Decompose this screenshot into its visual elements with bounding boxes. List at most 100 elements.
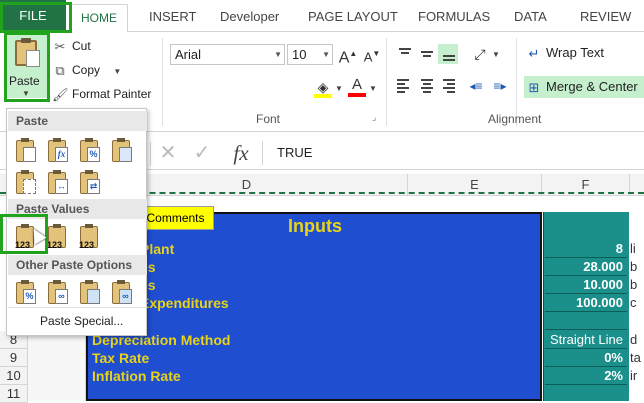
g-cell[interactable]: li (630, 240, 644, 258)
row-header[interactable]: 9 (0, 349, 28, 367)
align-left-icon[interactable] (394, 76, 414, 96)
row-value[interactable]: 0% (545, 349, 627, 367)
merge-cells-icon: ⊞ (528, 79, 540, 95)
row-value[interactable]: 8 (545, 240, 627, 258)
tab-review[interactable]: REVIEW (578, 7, 633, 29)
other-paste-options-header: Other Paste Options (8, 255, 147, 275)
row-label[interactable]: Inflation Rate (92, 367, 181, 385)
fill-color-swatch (314, 94, 332, 98)
row-label[interactable]: Expenditures (140, 294, 229, 312)
font-color-button[interactable]: A (346, 74, 368, 97)
top-align-icon[interactable] (394, 44, 414, 64)
increase-indent-icon[interactable]: ≡▸ (490, 76, 510, 96)
group-separator (162, 38, 163, 126)
row-value[interactable]: 28.000 (545, 258, 627, 276)
chevron-down-icon: ▼ (492, 50, 500, 59)
dialog-launcher-icon[interactable]: ⌟ (372, 112, 376, 123)
tab-formulas[interactable]: FORMULAS (416, 7, 492, 29)
copy-icon: ⧉ (55, 62, 65, 78)
row-value[interactable]: Straight Line (545, 331, 627, 349)
cancel-icon[interactable]: ✕ (156, 140, 180, 166)
tab-home[interactable]: HOME (70, 4, 128, 33)
fill-color-button[interactable]: ◈ (312, 76, 334, 98)
middle-align-icon[interactable] (416, 44, 436, 64)
font-size-value: 10 (292, 47, 307, 62)
tab-data[interactable]: DATA (512, 7, 549, 29)
row-value[interactable] (545, 385, 627, 403)
format-painter-button[interactable]: 🖌 Format Painter (52, 84, 151, 104)
values-source-formatting-icon[interactable]: 123 (75, 223, 103, 251)
g-cell[interactable]: c (630, 294, 644, 312)
no-borders-icon[interactable] (11, 169, 39, 197)
paintbrush-icon: 🖌 (52, 86, 69, 102)
row-header[interactable]: 11 (0, 385, 28, 403)
comments-button[interactable]: Comments (137, 206, 214, 230)
paste-button-highlight (4, 32, 50, 102)
wrap-text-icon: ↵ (528, 45, 540, 61)
paste-formulas-icon[interactable]: fx (43, 137, 71, 165)
keep-column-widths-icon[interactable]: ↔ (43, 169, 71, 197)
chevron-down-icon: ▼ (335, 84, 343, 93)
cut-button[interactable]: ✂ Cut (52, 36, 91, 56)
linked-picture-icon[interactable]: ∞ (107, 279, 135, 307)
font-name-combo[interactable]: Arial ▼ (170, 44, 285, 65)
wrap-text-button[interactable]: ↵ Wrap Text (526, 43, 605, 63)
format-painter-label: Format Painter (72, 87, 152, 101)
tab-insert[interactable]: INSERT (147, 7, 198, 29)
decrease-indent-icon[interactable]: ◂≡ (466, 76, 486, 96)
tab-page-layout[interactable]: PAGE LAYOUT (306, 7, 400, 29)
row-value[interactable]: 2% (545, 367, 627, 385)
alignment-group-label: Alignment (488, 112, 542, 126)
chevron-down-icon: ▼ (322, 50, 330, 59)
g-cell[interactable]: b (630, 258, 644, 276)
bottom-align-icon[interactable] (438, 44, 458, 64)
file-tab-highlight (0, 2, 72, 33)
paste-icon[interactable] (11, 137, 39, 165)
scissors-icon: ✂ (54, 38, 66, 54)
merge-center-button[interactable]: ⊞ Merge & Center (524, 76, 644, 98)
copy-label: Copy (72, 63, 101, 77)
font-name-value: Arial (175, 47, 202, 62)
row-value[interactable] (545, 312, 627, 330)
font-size-combo[interactable]: 10 ▼ (287, 44, 333, 65)
chevron-down-icon: ▼ (369, 84, 377, 93)
font-color-icon: A (351, 76, 362, 93)
cut-label: Cut (72, 39, 91, 53)
paste-link-icon[interactable]: ∞ (43, 279, 71, 307)
ribbon-tab-bar: FILE HOME INSERT Developer PAGE LAYOUT F… (0, 0, 644, 33)
paste-formatting-icon[interactable]: % (11, 279, 39, 307)
row-label[interactable]: Tax Rate (92, 349, 149, 367)
g-cell[interactable]: b (630, 276, 644, 294)
formula-bar-separator (150, 142, 151, 166)
wrap-text-label: Wrap Text (546, 45, 605, 60)
paint-bucket-icon: ◈ (317, 79, 329, 95)
orientation-icon[interactable]: ⤢ (470, 44, 490, 64)
g-cell[interactable]: d (630, 331, 644, 349)
paste-formulas-number-format-icon[interactable]: % (75, 137, 103, 165)
paste-picture-icon[interactable] (75, 279, 103, 307)
tab-developer[interactable]: Developer (218, 7, 281, 29)
merge-center-label: Merge & Center (546, 79, 638, 94)
row-value[interactable]: 10.000 (545, 276, 627, 294)
group-separator (386, 38, 387, 126)
insert-function-button[interactable]: fx (226, 139, 256, 167)
formula-input[interactable]: TRUE (262, 141, 644, 165)
font-color-swatch (348, 93, 366, 97)
grow-font-icon: A (338, 49, 350, 67)
g-cell[interactable]: ir (630, 367, 644, 385)
shrink-font-button[interactable]: A▼ (361, 43, 383, 65)
g-cell[interactable]: ta (630, 349, 644, 367)
copy-button[interactable]: ⧉ Copy ▼ (52, 60, 121, 80)
font-group-label: Font (256, 112, 281, 126)
row-value[interactable]: 100.000 (545, 294, 627, 312)
transpose-icon[interactable]: ⇄ (75, 169, 103, 197)
align-center-icon[interactable] (416, 76, 436, 96)
paste-section-header: Paste (8, 111, 147, 131)
keep-source-formatting-icon[interactable] (107, 137, 135, 165)
enter-check-icon[interactable]: ✓ (190, 140, 214, 166)
paste-special-item[interactable]: Paste Special... (40, 314, 123, 328)
row-header[interactable]: 10 (0, 367, 28, 385)
chevron-down-icon: ▼ (274, 50, 282, 59)
align-right-icon[interactable] (438, 76, 458, 96)
grow-font-button[interactable]: A▲ (337, 43, 359, 67)
